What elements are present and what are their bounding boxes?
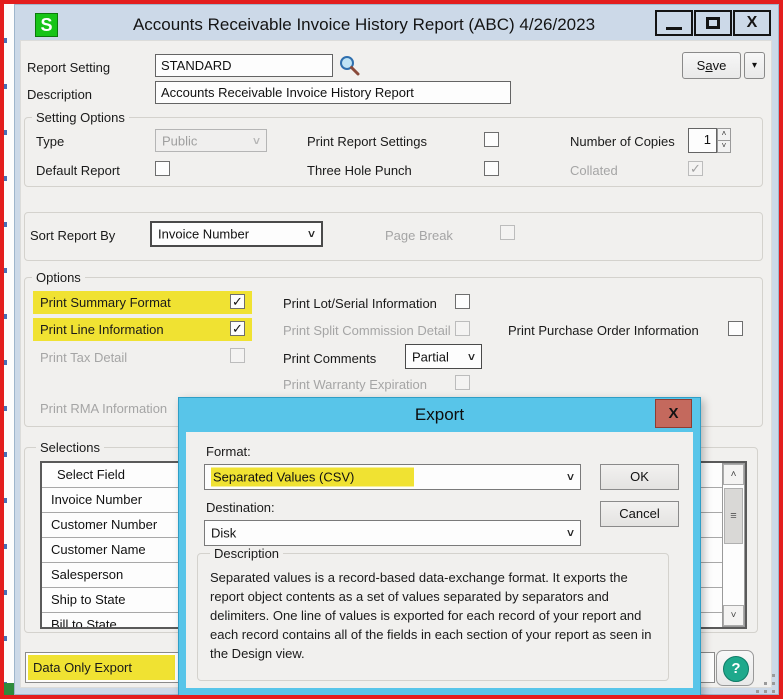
- destination-label: Destination:: [206, 500, 275, 515]
- maximize-icon: [706, 17, 720, 29]
- screenshot-canvas: S Accounts Receivable Invoice History Re…: [0, 0, 783, 699]
- scroll-up-icon: ˄: [731, 469, 737, 480]
- main-titlebar: S Accounts Receivable Invoice History Re…: [14, 4, 779, 40]
- save-dropdown-button[interactable]: ▾: [744, 52, 765, 79]
- minimize-icon: [666, 27, 682, 30]
- sort-report-by-label: Sort Report By: [30, 228, 115, 243]
- search-icon[interactable]: [338, 55, 360, 77]
- setting-options-group-label: Setting Options: [32, 110, 129, 125]
- print-warranty-expiration-label: Print Warranty Expiration: [283, 377, 427, 392]
- print-purchase-order-label: Print Purchase Order Information: [508, 323, 699, 338]
- page-break-checkbox: [500, 225, 515, 240]
- check-icon: ✓: [231, 322, 244, 335]
- save-button[interactable]: Save: [682, 52, 741, 79]
- collated-label: Collated: [570, 163, 618, 178]
- print-line-information-highlight: Print Line Information: [33, 318, 252, 341]
- print-summary-format-checkbox[interactable]: ✓: [230, 294, 245, 309]
- print-warranty-expiration-checkbox: [455, 375, 470, 390]
- destination-combobox[interactable]: Disk ˅: [204, 520, 581, 546]
- chevron-down-icon: ˅: [567, 470, 574, 484]
- print-split-commission-label: Print Split Commission Detail: [283, 323, 451, 338]
- sage-app-icon: S: [35, 13, 58, 37]
- resize-grip[interactable]: [756, 690, 759, 693]
- print-comments-label: Print Comments: [283, 351, 376, 366]
- scrollbar-down-button[interactable]: ˅: [723, 605, 744, 626]
- window-title: Accounts Receivable Invoice History Repo…: [74, 15, 654, 35]
- chevron-down-icon: ˅: [468, 350, 475, 364]
- print-line-information-label: Print Line Information: [40, 322, 164, 337]
- check-icon: ✓: [689, 162, 702, 175]
- three-hole-punch-label: Three Hole Punch: [307, 163, 412, 178]
- print-summary-format-highlight: Print Summary Format: [33, 291, 252, 314]
- print-tax-detail-label: Print Tax Detail: [40, 350, 127, 365]
- data-only-export-label: Data Only Export: [33, 660, 132, 675]
- default-report-label: Default Report: [36, 163, 120, 178]
- format-combobox[interactable]: Separated Values (CSV) ˅: [204, 464, 581, 490]
- selections-group-label: Selections: [36, 440, 104, 455]
- export-dialog: Export X Format: Separated Values (CSV) …: [178, 397, 701, 699]
- scrollbar-thumb[interactable]: ≡: [724, 488, 743, 544]
- chevron-down-icon: ˅: [308, 227, 315, 241]
- copies-spinner-down[interactable]: ˅: [717, 140, 731, 153]
- data-only-export-highlight: Data Only Export: [28, 655, 175, 680]
- options-group-label: Options: [32, 270, 85, 285]
- print-rma-information-label: Print RMA Information: [40, 401, 167, 416]
- minimize-button[interactable]: [655, 10, 693, 36]
- three-hole-punch-checkbox[interactable]: [484, 161, 499, 176]
- scrollbar-up-button[interactable]: ˄: [723, 464, 744, 485]
- maximize-button[interactable]: [694, 10, 732, 36]
- type-combobox: Public ˅: [155, 129, 267, 152]
- grip-icon: ≡: [730, 510, 736, 522]
- spinner-up-icon: ˄: [722, 129, 727, 138]
- export-dialog-body: Format: Separated Values (CSV) ˅ OK Dest…: [186, 432, 693, 688]
- spinner-down-icon: ˅: [722, 141, 727, 150]
- scroll-down-icon: ˅: [731, 610, 737, 621]
- default-report-checkbox[interactable]: [155, 161, 170, 176]
- description-input[interactable]: Accounts Receivable Invoice History Repo…: [155, 81, 511, 104]
- print-purchase-order-checkbox[interactable]: [728, 321, 743, 336]
- export-dialog-title: Export: [179, 405, 700, 425]
- chevron-down-icon: ˅: [253, 134, 260, 148]
- dropdown-arrow-icon: ▾: [752, 60, 757, 71]
- print-line-information-checkbox[interactable]: ✓: [230, 321, 245, 336]
- chevron-down-icon: ˅: [567, 526, 574, 540]
- print-comments-combobox[interactable]: Partial ˅: [405, 344, 482, 369]
- check-icon: ✓: [231, 295, 244, 308]
- print-lot-serial-label: Print Lot/Serial Information: [283, 296, 437, 311]
- selections-scrollbar[interactable]: ˄ ≡ ˅: [722, 463, 745, 627]
- type-label: Type: [36, 134, 64, 149]
- description-label: Description: [27, 87, 92, 102]
- help-button[interactable]: ?: [716, 650, 754, 686]
- report-setting-label: Report Setting: [27, 60, 110, 75]
- help-icon: ?: [723, 656, 749, 682]
- report-setting-input[interactable]: STANDARD: [155, 54, 333, 77]
- collated-checkbox: ✓: [688, 161, 703, 176]
- export-close-button[interactable]: X: [655, 399, 692, 428]
- ok-button[interactable]: OK: [600, 464, 679, 490]
- page-break-label: Page Break: [385, 228, 453, 243]
- export-description-group-label: Description: [210, 546, 283, 561]
- format-label: Format:: [206, 444, 251, 459]
- number-of-copies-label: Number of Copies: [570, 134, 675, 149]
- print-tax-detail-checkbox: [230, 348, 245, 363]
- cancel-button[interactable]: Cancel: [600, 501, 679, 527]
- print-report-settings-label: Print Report Settings: [307, 134, 427, 149]
- print-summary-format-label: Print Summary Format: [40, 295, 171, 310]
- close-button[interactable]: X: [733, 10, 771, 36]
- number-of-copies-input[interactable]: 1: [688, 128, 717, 153]
- export-description-text: Separated values is a record-based data-…: [210, 568, 662, 663]
- print-split-commission-checkbox: [455, 321, 470, 336]
- sort-report-by-combobox[interactable]: Invoice Number ˅: [150, 221, 323, 247]
- print-report-settings-checkbox[interactable]: [484, 132, 499, 147]
- print-lot-serial-checkbox[interactable]: [455, 294, 470, 309]
